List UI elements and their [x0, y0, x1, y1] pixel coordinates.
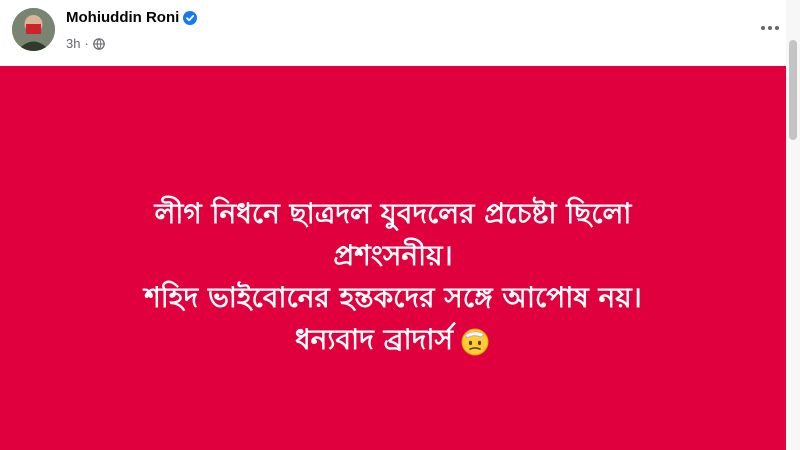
post-text-line: ধন্যবাদ ব্রাদার্স: [294, 323, 454, 356]
more-options-dot: [775, 26, 779, 30]
more-options-button[interactable]: [756, 18, 784, 38]
post-time[interactable]: 3h: [66, 36, 80, 51]
post-text-line: প্রশংসনীয়।: [333, 239, 453, 272]
more-options-icon: [761, 26, 765, 30]
more-options-dot: [768, 26, 772, 30]
post-text-line: লীগ নিধনে ছাত্রদল যুবদলের প্রচেষ্টা ছিলো: [154, 197, 632, 230]
page-scrollbar[interactable]: [786, 0, 800, 450]
author-name[interactable]: Mohiuddin Roni: [66, 9, 179, 26]
post-text-line: শহিদ ভাইবোনের হন্তকদের সঙ্গে আপোষ নয়।: [144, 281, 642, 314]
avatar-image: [12, 8, 55, 51]
author-name-row: Mohiuddin Roni: [66, 9, 198, 26]
verified-badge-icon: [183, 10, 198, 25]
post-header: Mohiuddin Roni 3h ·: [0, 0, 800, 66]
post-meta: 3h ·: [66, 36, 105, 51]
scrollbar-thumb[interactable]: [789, 40, 797, 140]
salute-emoji-icon: [459, 325, 491, 357]
meta-separator: ·: [84, 36, 89, 51]
globe-icon[interactable]: [93, 37, 105, 50]
author-avatar[interactable]: [12, 8, 55, 51]
post-background-card: লীগ নিধনে ছাত্রদল যুবদলের প্রচেষ্টা ছিলো…: [0, 66, 786, 450]
post-text-last-line: ধন্যবাদ ব্রাদার্স: [144, 319, 642, 361]
post-text: লীগ নিধনে ছাত্রদল যুবদলের প্রচেষ্টা ছিলো…: [144, 193, 642, 361]
